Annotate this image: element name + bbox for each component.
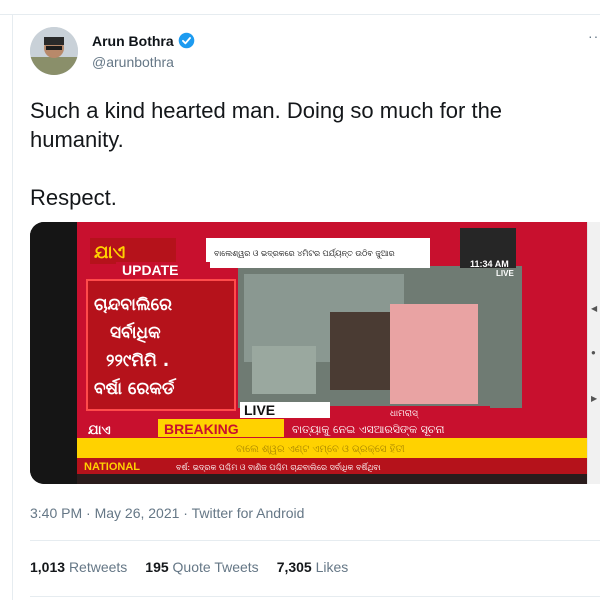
tweet-stats: 1,013 Retweets 195 Quote Tweets 7,305 Li… [30, 559, 348, 575]
likes-label: Likes [315, 559, 349, 575]
tweet-media[interactable]: ଯାଏ UPDATE ଚାନ୍ଦବାଲିରେ ସର୍ବାଧିକ ୨୨୯ମିମି … [30, 222, 600, 484]
avatar[interactable] [30, 27, 78, 75]
tweet-timestamp[interactable]: 3:40 PM · May 26, 2021 · Twitter for And… [30, 505, 304, 521]
national-text: ବର୍ଷ: ଭଦ୍ରକ ପଶ୍ଚିମ ଓ ବାଣିଜ ପଶ୍ଚିମ ଚାନ୍ଦବ… [176, 462, 381, 473]
breaking-logo: ଯାଏ [88, 423, 111, 438]
location-label: ଧାମରାସ୍ [390, 409, 419, 419]
likes-stat[interactable]: 7,305 Likes [277, 559, 349, 575]
avatar-image [30, 27, 78, 75]
author-name-row[interactable]: Arun Bothra [92, 32, 195, 49]
author-display-name[interactable]: Arun Bothra [92, 33, 174, 49]
scroll-left-icon[interactable]: ◀ [591, 304, 597, 313]
retweets-label: Retweets [68, 559, 128, 575]
author-handle[interactable]: @arunbothra [92, 54, 174, 70]
retweets-stat[interactable]: 1,013 Retweets [30, 559, 127, 575]
quote-tweets-count: 195 [145, 559, 169, 575]
timeline-border-top [0, 14, 600, 15]
divider [30, 596, 600, 597]
clock-time: 11:34 AM [470, 259, 509, 269]
top-caption: ବାଲେଶ୍ୱର ଓ ଭଦ୍ରକରେ ୪ମିଟର ପର୍ଯ୍ୟନ୍ତ ଉଠିବ … [214, 248, 395, 259]
scrollbar[interactable]: ◀ ● ▶ [587, 222, 600, 484]
video-frame[interactable]: ଯାଏ UPDATE ଚାନ୍ଦବାଲିରେ ସର୍ବାଧିକ ୨୨୯ମିମି … [30, 222, 600, 484]
breaking-text: ବାତ୍ୟାକୁ ନେଇ ଏସଆରସିଙ୍କ ସୂଚନା [292, 423, 445, 438]
divider [30, 540, 600, 541]
quote-tweets-label: Quote Tweets [172, 559, 259, 575]
live-tag: LIVE [496, 269, 514, 278]
retweets-count: 1,013 [30, 559, 66, 575]
likes-count: 7,305 [276, 559, 312, 575]
channel-logo: ଯାଏ [94, 242, 125, 263]
scroll-thumb-icon[interactable]: ● [591, 348, 596, 357]
headline-line-1: ଚାନ୍ଦବାଲିରେ [94, 295, 172, 315]
timeline-border-left [12, 14, 13, 600]
live-label: LIVE [244, 402, 275, 418]
scroll-right-icon[interactable]: ▶ [591, 394, 597, 403]
headline-line-4: ବର୍ଷା ରେକର୍ଡ [94, 377, 176, 399]
quote-tweets-stat[interactable]: 195 Quote Tweets [145, 559, 258, 575]
tweet-text: Such a kind hearted man. Doing so much f… [30, 98, 503, 210]
update-label: UPDATE [122, 262, 179, 278]
national-label: NATIONAL [84, 461, 140, 473]
breaking-label: BREAKING [164, 421, 239, 437]
headline-line-3: ୨୨୯ମିମି . [106, 351, 169, 371]
ticker-text: ବାଲେ ଶ୍ୱର ଏଣ୍ଟ ଏମ୍ବେ ଓ ଭ୍ରକ୍ସେ ହିତୀ [236, 444, 405, 455]
headline-line-2: ସର୍ବାଧିକ [110, 321, 161, 343]
verified-badge-icon [178, 32, 194, 49]
more-horizontal-icon[interactable]: ·· [588, 28, 599, 44]
